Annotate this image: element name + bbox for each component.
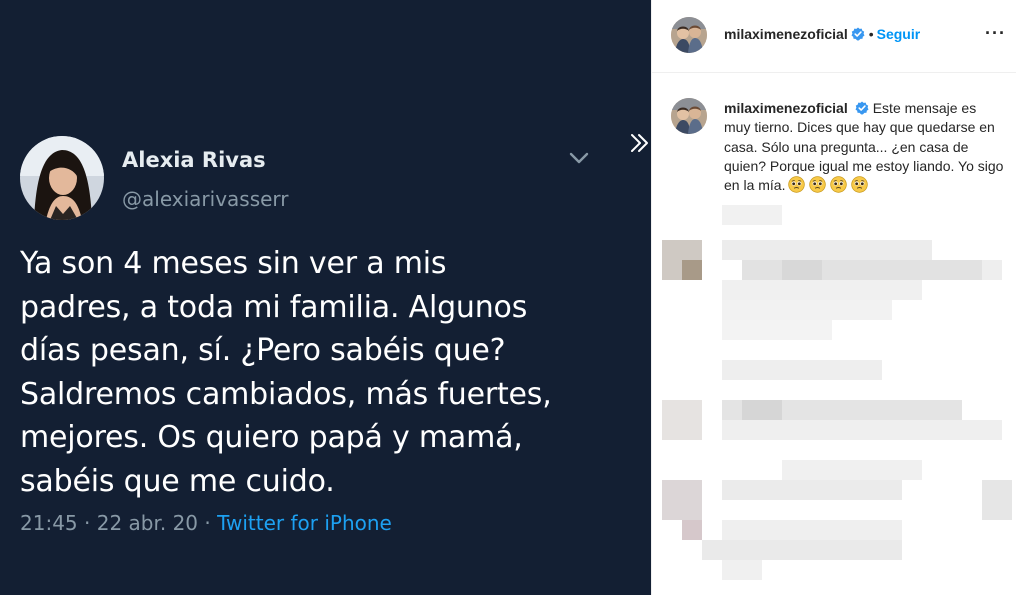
- tweet-source: Twitter for iPhone: [217, 511, 392, 535]
- blurred-comment-line: [782, 260, 822, 280]
- blurred-comment-line: [722, 280, 922, 300]
- blurred-comment-line: [722, 205, 782, 225]
- header-username[interactable]: milaximenezoficial: [724, 26, 848, 42]
- header-user-row: milaximenezoficial • Seguir: [724, 26, 920, 44]
- carousel-next-icon[interactable]: [626, 128, 651, 158]
- post-header: milaximenezoficial • Seguir ···: [652, 0, 1016, 73]
- verified-badge-icon: [855, 101, 869, 115]
- tweet-author-avatar: [20, 136, 104, 220]
- tweet-time: 21:45: [20, 511, 78, 535]
- blurred-comment-line: [702, 540, 902, 560]
- tweet-author-handle: @alexiarivasserr: [122, 187, 289, 211]
- tweet-text-line: Ya son 4 meses sin ver a mis: [20, 246, 447, 281]
- tweet-image: Alexia Rivas @alexiarivasserr Ya son 4 m…: [0, 0, 651, 595]
- post-caption: milaximenezoficial Este mensaje es muy t…: [724, 99, 1006, 195]
- pleading-face-icon: [809, 176, 827, 193]
- tweet-text-line: padres, a toda mi familia. Algunos: [20, 289, 528, 325]
- pleading-face-icon: [788, 176, 806, 193]
- tweet-text-line: mejores. Os quiero papá y mamá,: [20, 420, 523, 455]
- meta-separator: ·: [204, 511, 211, 535]
- tweet-text: Ya son 4 meses sin ver a mis padres, a t…: [20, 242, 620, 503]
- pleading-face-icon: [851, 176, 869, 193]
- tweet-text-line: sabéis que me cuido.: [20, 463, 335, 499]
- caption-emojis: [788, 176, 869, 193]
- blurred-comment-line: [782, 460, 922, 480]
- tweet-meta: 21:45 · 22 abr. 20 · Twitter for iPhone: [20, 511, 392, 535]
- post-side-panel: milaximenezoficial • Seguir ··· milaximen…: [651, 0, 1016, 595]
- meta-separator: ·: [84, 511, 91, 535]
- blurred-comment-line: [722, 320, 832, 340]
- blurred-comment-line: [722, 560, 762, 580]
- blurred-comment-line: [742, 260, 982, 280]
- follow-button[interactable]: Seguir: [877, 26, 921, 42]
- caption-username[interactable]: milaximenezoficial: [724, 100, 848, 116]
- pleading-face-icon: [830, 176, 848, 193]
- pixelated-comments: [652, 195, 1016, 595]
- blurred-comment-line: [722, 480, 902, 500]
- blurred-avatar: [682, 260, 702, 280]
- blurred-comment-line: [742, 400, 782, 420]
- blurred-comment-line: [722, 360, 882, 380]
- blurred-comment-line: [982, 260, 1002, 280]
- blurred-avatar: [682, 520, 702, 540]
- profile-avatar[interactable]: [671, 17, 707, 53]
- blurred-comment-line: [722, 420, 1002, 440]
- blurred-avatar: [662, 480, 702, 520]
- blurred-comment-line: [722, 300, 892, 320]
- chevron-down-icon: [569, 152, 589, 164]
- blurred-avatar: [662, 400, 702, 440]
- tweet-date: 22 abr. 20: [96, 511, 199, 535]
- tweet-text-line: Saldremos cambiados, más fuertes,: [20, 376, 552, 412]
- blurred-comment-line: [722, 520, 902, 540]
- header-dot: •: [868, 26, 874, 42]
- blurred-comment-line: [722, 240, 932, 260]
- caption-avatar[interactable]: [671, 98, 707, 134]
- verified-badge-icon: [851, 27, 865, 41]
- tweet-text-line: días pesan, sí. ¿Pero sabéis que?: [20, 333, 506, 368]
- blurred-comment-line: [982, 480, 1012, 520]
- tweet-author-name: Alexia Rivas: [122, 148, 266, 172]
- more-options-button[interactable]: ···: [985, 24, 1006, 42]
